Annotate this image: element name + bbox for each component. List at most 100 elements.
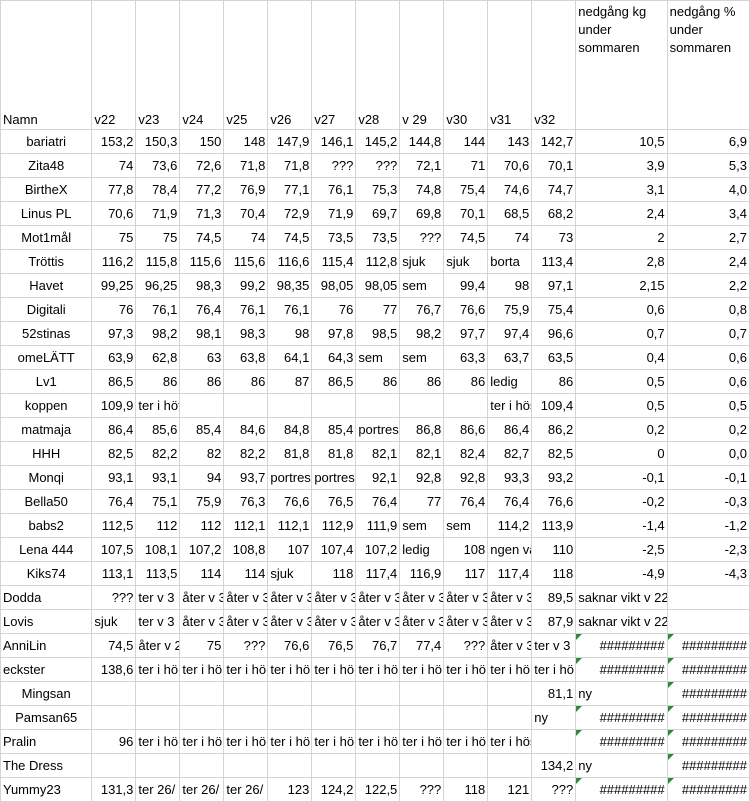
data-cell[interactable]: 93,7 xyxy=(223,465,269,490)
data-cell[interactable]: 76,6 xyxy=(443,297,489,322)
data-cell[interactable]: ??? xyxy=(399,777,445,802)
name-cell[interactable]: Yummy23 xyxy=(0,777,93,802)
data-cell[interactable]: 117,4 xyxy=(355,561,401,586)
data-cell[interactable]: 98,1 xyxy=(179,321,225,346)
data-cell[interactable]: ter i hö xyxy=(311,657,357,682)
data-cell[interactable]: 98,2 xyxy=(399,321,445,346)
data-cell[interactable]: 76 xyxy=(311,297,357,322)
data-cell[interactable]: 153,2 xyxy=(91,129,137,154)
data-cell[interactable]: 146,1 xyxy=(311,129,357,154)
data-cell[interactable]: ??? xyxy=(223,633,269,658)
data-cell[interactable]: 93,1 xyxy=(91,465,137,490)
data-cell[interactable] xyxy=(223,393,269,418)
data-cell[interactable] xyxy=(267,705,313,730)
data-cell[interactable]: 111,9 xyxy=(355,513,401,538)
data-cell[interactable]: 96,6 xyxy=(531,321,577,346)
data-cell[interactable]: 63,7 xyxy=(487,345,533,370)
data-cell[interactable]: 109,4 xyxy=(531,393,577,418)
data-cell[interactable]: 87 xyxy=(267,369,313,394)
data-cell[interactable]: portrest xyxy=(267,465,313,490)
data-cell[interactable]: 121 xyxy=(487,777,533,802)
data-cell[interactable]: 2,7 xyxy=(666,225,750,250)
data-cell[interactable]: sjuk xyxy=(91,609,137,634)
data-cell[interactable]: 134,2 xyxy=(531,753,577,778)
data-cell[interactable]: ######### xyxy=(666,657,750,682)
data-cell[interactable]: sem xyxy=(355,345,401,370)
name-cell[interactable]: Zita48 xyxy=(0,153,93,178)
data-cell[interactable]: 113,9 xyxy=(531,513,577,538)
data-cell[interactable]: 10,5 xyxy=(575,129,668,154)
data-cell[interactable] xyxy=(135,705,181,730)
data-cell[interactable]: 2,15 xyxy=(575,273,668,298)
data-cell[interactable]: ter 26/ xyxy=(135,777,181,802)
data-cell[interactable]: 0,5 xyxy=(575,369,668,394)
header-cell[interactable]: v22 xyxy=(91,0,137,130)
data-cell[interactable]: 118 xyxy=(443,777,489,802)
data-cell[interactable]: 76,7 xyxy=(355,633,401,658)
data-cell[interactable]: åter v 3 xyxy=(267,609,313,634)
data-cell[interactable]: 63,9 xyxy=(91,345,137,370)
data-cell[interactable]: 82,2 xyxy=(135,441,181,466)
data-cell[interactable]: ter i hö xyxy=(179,657,225,682)
data-cell[interactable]: åter v 3 xyxy=(443,609,489,634)
data-cell[interactable]: 77,1 xyxy=(267,177,313,202)
data-cell[interactable]: ######### xyxy=(666,729,750,754)
data-cell[interactable]: 70,1 xyxy=(531,153,577,178)
data-cell[interactable] xyxy=(487,681,533,706)
name-cell[interactable]: Mot1mål xyxy=(0,225,93,250)
data-cell[interactable]: 77 xyxy=(399,489,445,514)
data-cell[interactable]: 117,4 xyxy=(487,561,533,586)
data-cell[interactable]: 86,4 xyxy=(91,417,137,442)
name-cell[interactable]: bariatri xyxy=(0,129,93,154)
data-cell[interactable]: 76,3 xyxy=(223,489,269,514)
data-cell[interactable]: 0,2 xyxy=(666,417,750,442)
data-cell[interactable]: 86 xyxy=(223,369,269,394)
data-cell[interactable]: ter i hö xyxy=(443,729,489,754)
data-cell[interactable]: 97,3 xyxy=(91,321,137,346)
data-cell[interactable]: 142,7 xyxy=(531,129,577,154)
data-cell[interactable]: 0,6 xyxy=(666,345,750,370)
data-cell[interactable]: 97,8 xyxy=(311,321,357,346)
data-cell[interactable]: 114,2 xyxy=(487,513,533,538)
data-cell[interactable]: 82 xyxy=(179,441,225,466)
data-cell[interactable]: ter i hö xyxy=(135,657,181,682)
data-cell[interactable]: ny xyxy=(575,681,668,706)
data-cell[interactable]: 0,0 xyxy=(666,441,750,466)
data-cell[interactable] xyxy=(267,681,313,706)
data-cell[interactable] xyxy=(179,753,225,778)
data-cell[interactable]: 63,3 xyxy=(443,345,489,370)
data-cell[interactable]: 75,3 xyxy=(355,177,401,202)
data-cell[interactable]: 63,8 xyxy=(223,345,269,370)
data-cell[interactable]: ter i hö xyxy=(135,729,181,754)
data-cell[interactable] xyxy=(531,729,577,754)
data-cell[interactable]: 76,6 xyxy=(267,489,313,514)
data-cell[interactable] xyxy=(443,681,489,706)
data-cell[interactable]: ter i hö xyxy=(267,729,313,754)
data-cell[interactable]: 73,5 xyxy=(355,225,401,250)
data-cell[interactable]: ter i hö xyxy=(355,657,401,682)
header-cell[interactable]: Namn xyxy=(0,0,93,130)
data-cell[interactable]: ter i hö xyxy=(399,657,445,682)
data-cell[interactable]: 86 xyxy=(443,369,489,394)
name-cell[interactable]: HHH xyxy=(0,441,93,466)
data-cell[interactable]: 112,8 xyxy=(355,249,401,274)
data-cell[interactable]: 96,25 xyxy=(135,273,181,298)
name-cell[interactable]: Lena 444 xyxy=(0,537,93,562)
data-cell[interactable]: 115,6 xyxy=(179,249,225,274)
data-cell[interactable]: 84,8 xyxy=(267,417,313,442)
data-cell[interactable]: ledig xyxy=(487,369,533,394)
data-cell[interactable]: ######### xyxy=(666,633,750,658)
data-cell[interactable]: sjuk xyxy=(267,561,313,586)
data-cell[interactable]: ter i hö xyxy=(443,657,489,682)
data-cell[interactable]: 71,9 xyxy=(135,201,181,226)
data-cell[interactable]: ??? xyxy=(531,777,577,802)
data-cell[interactable]: åter v 3 xyxy=(311,609,357,634)
data-cell[interactable] xyxy=(311,393,357,418)
name-cell[interactable]: Havet xyxy=(0,273,93,298)
name-cell[interactable]: BirtheX xyxy=(0,177,93,202)
data-cell[interactable]: 75,4 xyxy=(443,177,489,202)
data-cell[interactable]: 122,5 xyxy=(355,777,401,802)
data-cell[interactable]: 118 xyxy=(311,561,357,586)
data-cell[interactable]: 0,7 xyxy=(666,321,750,346)
data-cell[interactable]: 70,4 xyxy=(223,201,269,226)
